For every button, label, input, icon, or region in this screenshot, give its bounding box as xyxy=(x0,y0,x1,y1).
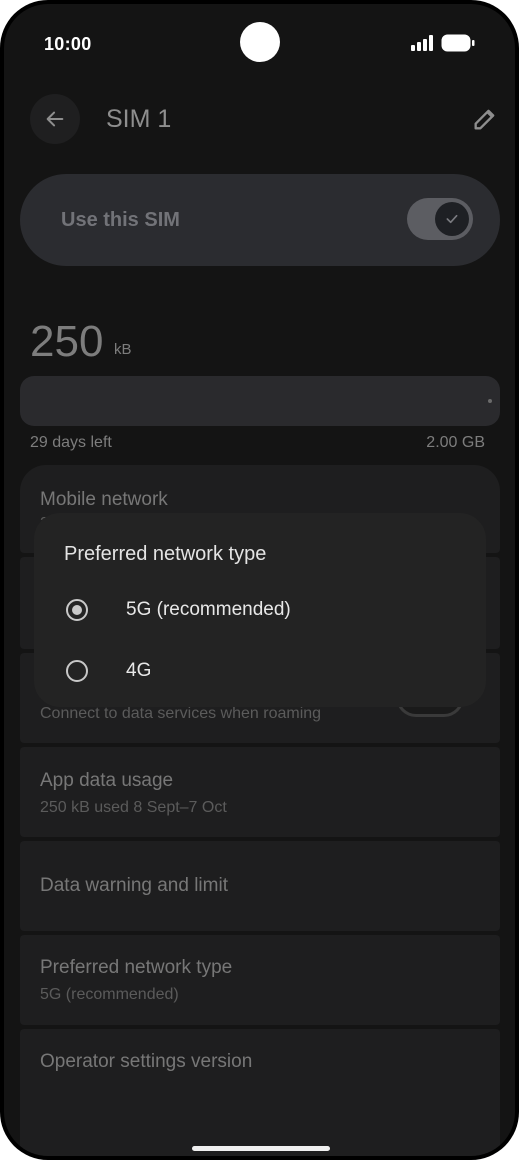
app-data-usage-title: App data usage xyxy=(40,770,174,791)
usage-unit: kB xyxy=(114,341,132,358)
usage-amount: 250 xyxy=(30,317,104,366)
battery-icon xyxy=(441,34,475,52)
dialog-title: Preferred network type xyxy=(64,543,267,565)
page-title: SIM 1 xyxy=(106,105,172,133)
home-indicator[interactable] xyxy=(192,1146,330,1151)
app-data-usage-subtitle: 250 kB used 8 Sept–7 Oct xyxy=(40,799,227,816)
back-button[interactable] xyxy=(30,94,80,144)
option-5g-label: 5G (recommended) xyxy=(126,599,291,620)
days-left: 29 days left xyxy=(30,434,112,451)
radio-selected-icon[interactable] xyxy=(66,599,88,621)
use-sim-switch[interactable] xyxy=(407,198,473,240)
preferred-network-title: Preferred network type xyxy=(40,957,233,978)
check-icon xyxy=(446,214,458,224)
option-4g-label: 4G xyxy=(126,660,152,681)
operator-settings-item[interactable]: Operator settings version xyxy=(20,1029,500,1156)
pencil-icon[interactable] xyxy=(471,105,499,133)
use-sim-label: Use this SIM xyxy=(61,209,180,231)
radio-unselected-icon[interactable] xyxy=(66,660,88,682)
usage-progress-fill xyxy=(488,399,492,403)
option-5g[interactable]: 5G (recommended) xyxy=(34,585,486,641)
usage-progress-bar xyxy=(20,376,500,426)
screen: 10:00 SIM 1 Use this SIM 250 kB 29 days … xyxy=(4,4,515,1156)
data-warning-item[interactable]: Data warning and limit xyxy=(20,841,500,931)
switch-thumb xyxy=(435,202,469,236)
preferred-network-item[interactable]: Preferred network type 5G (recommended) xyxy=(20,935,500,1025)
status-time: 10:00 xyxy=(44,34,92,54)
phone-frame: 10:00 SIM 1 Use this SIM 250 kB 29 days … xyxy=(0,0,519,1160)
arrow-left-icon xyxy=(46,111,64,127)
roaming-subtitle: Connect to data services when roaming xyxy=(40,705,322,722)
radio-dot xyxy=(72,605,82,615)
use-sim-card[interactable]: Use this SIM xyxy=(20,174,500,266)
preferred-network-dialog: Preferred network type 5G (recommended) … xyxy=(34,513,486,707)
data-warning-title: Data warning and limit xyxy=(40,875,228,896)
camera-cutout xyxy=(240,22,280,62)
mobile-network-title: Mobile network xyxy=(40,489,168,510)
operator-settings-title: Operator settings version xyxy=(40,1051,253,1072)
preferred-network-subtitle: 5G (recommended) xyxy=(40,986,179,1003)
app-data-usage-item[interactable]: App data usage 250 kB used 8 Sept–7 Oct xyxy=(20,747,500,837)
signal-icon xyxy=(411,35,433,51)
option-4g[interactable]: 4G xyxy=(34,646,486,702)
total-data: 2.00 GB xyxy=(426,434,485,451)
